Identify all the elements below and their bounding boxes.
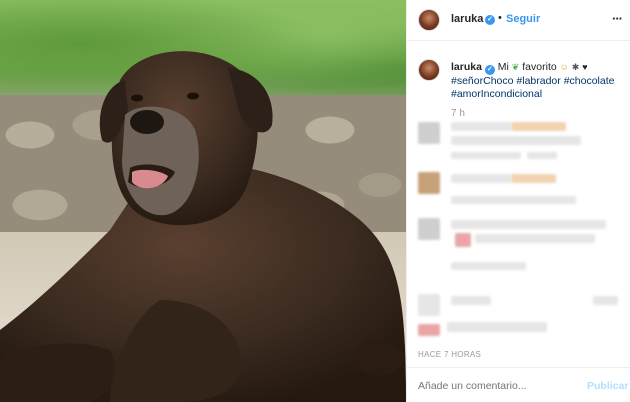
- header-separator: •: [498, 12, 502, 24]
- post-side-panel: laruka ✓ • Seguir ··· laruka ✓ Mi ❦ favo…: [406, 0, 630, 402]
- hashtag[interactable]: #labrador: [516, 75, 560, 87]
- post-age: 7 h: [451, 108, 465, 119]
- caption-text-after: favorito: [522, 61, 557, 73]
- post-header: laruka ✓ • Seguir ···: [407, 0, 630, 41]
- publish-button[interactable]: Publicar: [587, 380, 628, 392]
- comment-input[interactable]: [418, 380, 568, 392]
- caption-avatar[interactable]: [418, 59, 440, 81]
- verified-icon: ✓: [485, 15, 495, 25]
- hashtag[interactable]: #chocolate: [564, 75, 615, 87]
- emoji-leaf-icon: ❦: [511, 62, 520, 72]
- dog-illustration: [0, 51, 406, 402]
- emoji-heart-icon: ♥: [582, 62, 588, 72]
- caption-text: laruka ✓ Mi ❦ favorito ☺ ✱ ♥ #señorChoco…: [451, 61, 626, 101]
- hashtag[interactable]: #amorIncondicional: [451, 88, 542, 100]
- emoji-paw-icon: ✱: [571, 62, 580, 72]
- comment-bar: Publicar: [407, 367, 630, 402]
- caption-text-before: Mi: [497, 61, 509, 73]
- more-options-icon[interactable]: ···: [612, 11, 623, 26]
- verified-icon: ✓: [484, 65, 495, 75]
- follow-button[interactable]: Seguir: [506, 13, 540, 25]
- header-username[interactable]: laruka: [451, 13, 483, 25]
- avatar[interactable]: [418, 9, 440, 31]
- hashtag[interactable]: #señorChoco: [451, 75, 513, 87]
- caption-username[interactable]: laruka: [451, 61, 482, 73]
- post-photo[interactable]: [0, 0, 406, 402]
- post-timestamp: HACE 7 HORAS: [418, 350, 482, 359]
- emoji-smile-icon: ☺: [559, 62, 569, 72]
